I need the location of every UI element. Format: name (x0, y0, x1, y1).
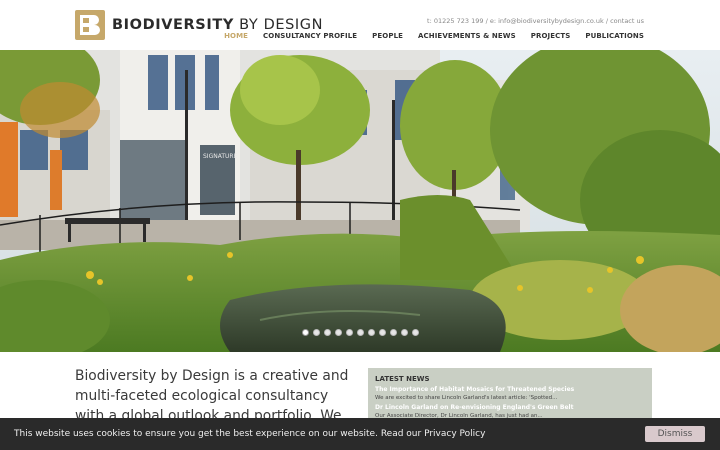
news-item-title[interactable]: Dr Lincoln Garland on Re-envisioning Eng… (375, 404, 645, 411)
contact-separator-2: / (605, 17, 609, 25)
cookie-message: This website uses cookies to ensure you … (14, 429, 486, 439)
logo-wordmark: BIODIVERSITY BY DESIGN (112, 17, 323, 33)
slide-dot-1[interactable] (301, 329, 309, 336)
news-item-excerpt: We are excited to share Lincoln Garland'… (375, 395, 558, 401)
contact-separator: / (485, 17, 488, 25)
logo-name-light: BY DESIGN (239, 17, 324, 33)
slide-pagination (0, 329, 720, 336)
nav-achievements-news[interactable]: ACHIEVEMENTS & NEWS (418, 32, 516, 40)
nav-home[interactable]: HOME (224, 32, 248, 40)
nav-projects[interactable]: PROJECTS (531, 32, 571, 40)
slide-dot-6[interactable] (356, 329, 364, 336)
contact-email-link[interactable]: e: info@biodiversitybydesign.co.uk (490, 17, 604, 25)
site-header: BIODIVERSITY BY DESIGN t: 01225 723 199 … (0, 0, 720, 50)
slide-dot-10[interactable] (400, 329, 408, 336)
dismiss-cookie-button[interactable]: Dismiss (645, 426, 705, 442)
latest-news-heading: LATEST NEWS (375, 375, 430, 383)
slide-dot-4[interactable] (334, 329, 342, 336)
shop-sign: SIGNATURE (203, 153, 238, 160)
slide-dot-11[interactable] (411, 329, 419, 336)
nav-publications[interactable]: PUBLICATIONS (585, 32, 644, 40)
cookie-banner: This website uses cookies to ensure you … (0, 418, 720, 450)
contact-line: t: 01225 723 199 / e: info@biodiversityb… (427, 17, 644, 25)
slide-dot-9[interactable] (389, 329, 397, 336)
logo-monogram-icon (75, 10, 105, 40)
slide-dot-3[interactable] (323, 329, 331, 336)
nav-consultancy-profile[interactable]: CONSULTANCY PROFILE (263, 32, 357, 40)
slide-dot-8[interactable] (378, 329, 386, 336)
contact-us-link[interactable]: contact us (610, 17, 644, 25)
hero-slideshow[interactable]: SIGNATURE (0, 50, 720, 352)
slide-dot-5[interactable] (345, 329, 353, 336)
logo-name-bold: BIODIVERSITY (112, 17, 234, 33)
nav-people[interactable]: PEOPLE (372, 32, 403, 40)
news-item-title[interactable]: The Importance of Habitat Mosaics for Th… (375, 386, 645, 393)
hero-image: SIGNATURE (0, 50, 720, 352)
main-nav: HOME CONSULTANCY PROFILE PEOPLE ACHIEVEM… (209, 32, 644, 40)
slide-dot-7[interactable] (367, 329, 375, 336)
contact-phone: t: 01225 723 199 (427, 17, 484, 25)
slide-dot-2[interactable] (312, 329, 320, 336)
